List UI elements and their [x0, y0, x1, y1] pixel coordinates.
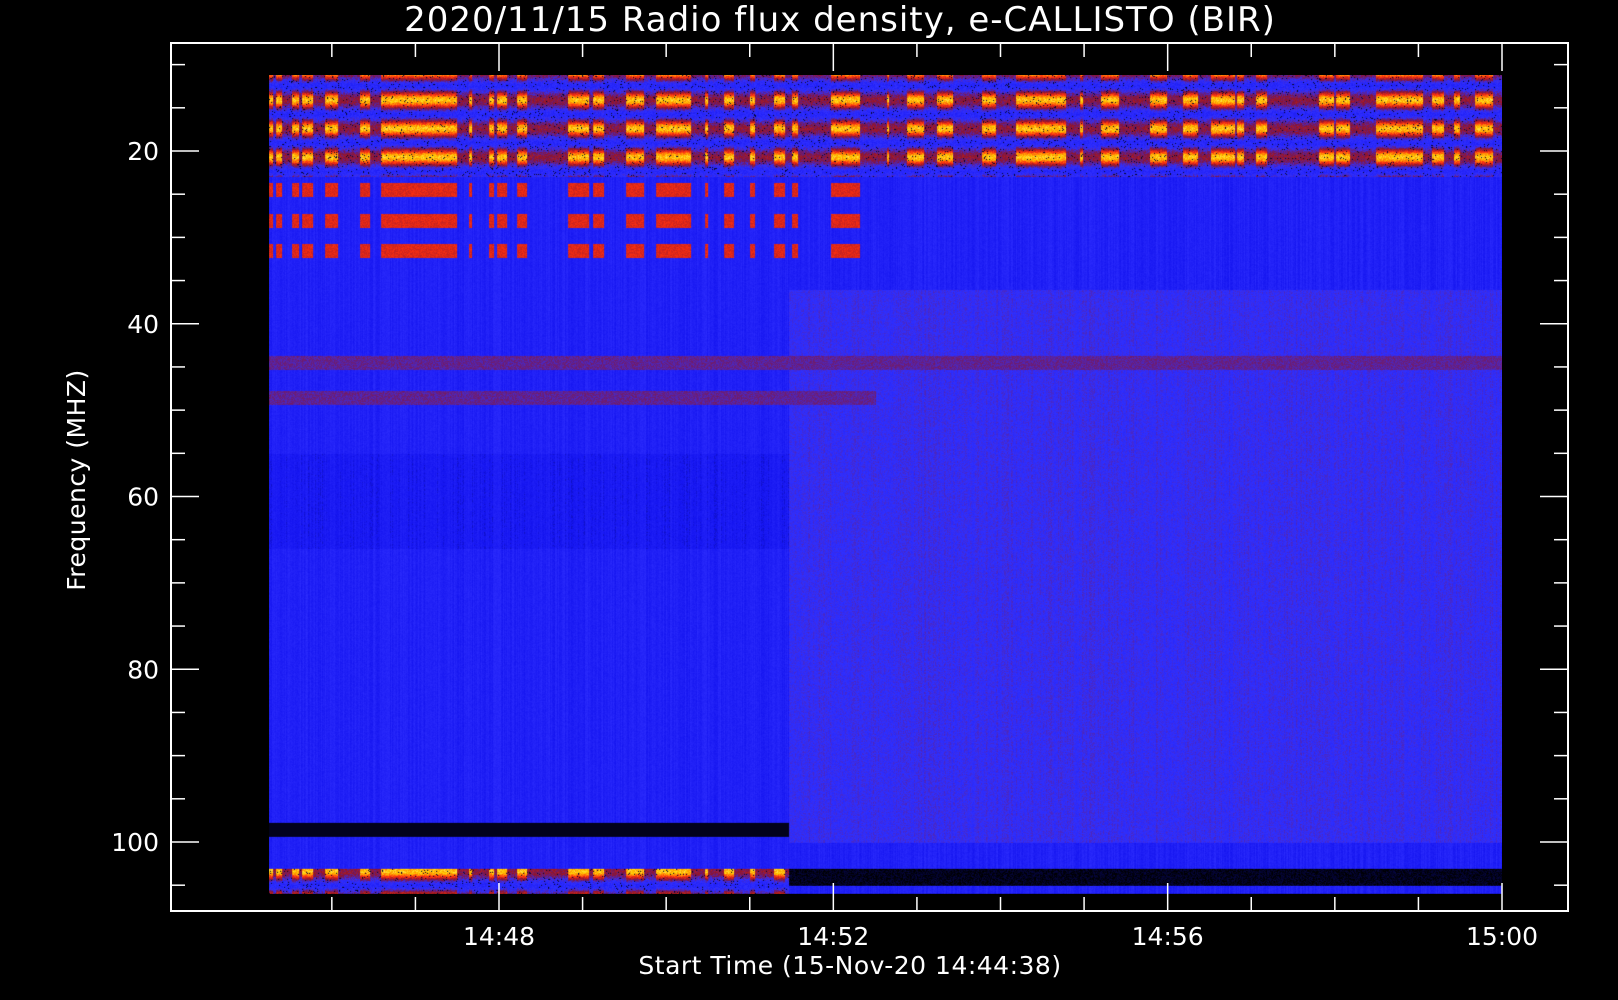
chart-title: 2020/11/15 Radio flux density, e-CALLIST…	[404, 0, 1276, 40]
x-axis-label: Start Time (15-Nov-20 14:44:38)	[638, 951, 1061, 980]
y-tick-label: 20	[127, 137, 159, 166]
x-tick-label: 14:48	[463, 922, 535, 951]
spectrogram-figure: 2020/11/15 Radio flux density, e-CALLIST…	[0, 0, 1618, 1000]
x-tick-label: 14:56	[1132, 922, 1204, 951]
y-tick-label: 80	[127, 655, 159, 684]
x-tick-label: 15:00	[1466, 922, 1538, 951]
spectrogram-heatmap	[269, 75, 1503, 894]
y-tick-label: 100	[111, 828, 159, 857]
x-tick-label: 14:52	[797, 922, 869, 951]
heatmap-plot-area	[269, 75, 1503, 894]
y-tick-label: 40	[127, 310, 159, 339]
y-tick-label: 60	[127, 483, 159, 512]
y-axis-label: Frequency (MHZ)	[62, 369, 91, 591]
